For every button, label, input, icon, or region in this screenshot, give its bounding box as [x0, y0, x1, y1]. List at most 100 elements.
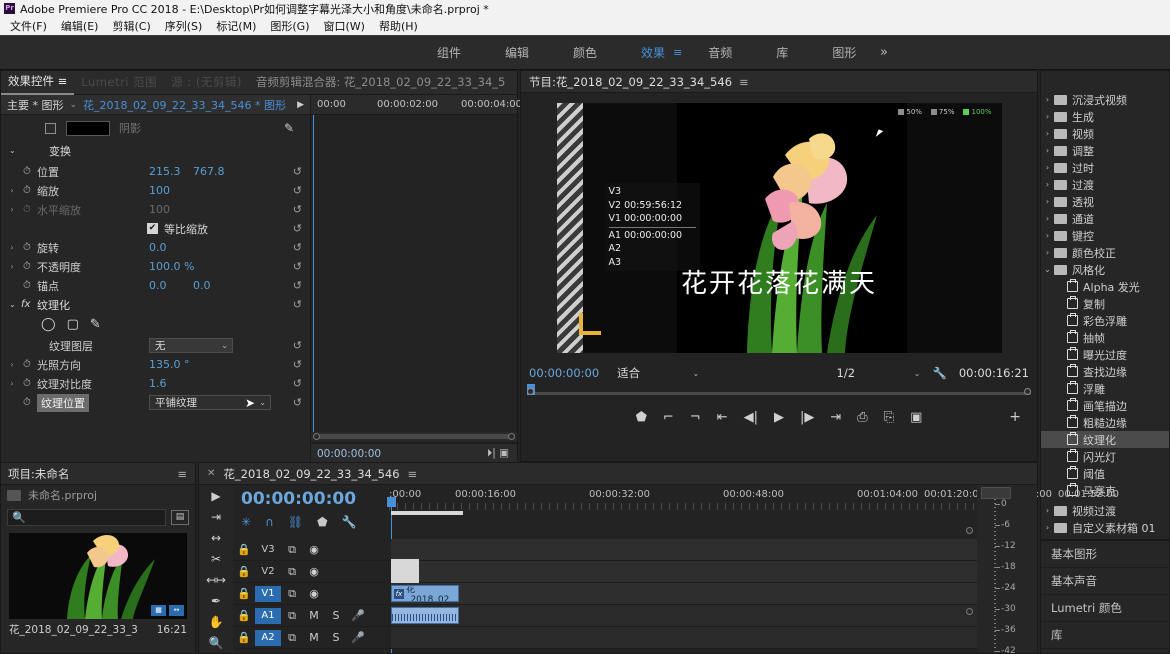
param-row-texture-layer[interactable]: 纹理图层 无 ⌄ ↺ [1, 336, 310, 355]
shadow-checkbox[interactable] [45, 123, 56, 134]
eye-icon[interactable]: ◉ [303, 543, 325, 556]
eyedropper-icon[interactable]: ✎ [284, 121, 294, 135]
effects-tree[interactable]: ›沉浸式视频 ›生成 ›视频 ›调整 ›过时 ›过渡 ›透视 ›通道 ›键控 ›… [1041, 71, 1169, 539]
tab-libraries[interactable]: 库 [1041, 622, 1169, 649]
step-forward-icon[interactable]: |▶ [800, 410, 814, 425]
twirl-right-icon[interactable]: › [1041, 197, 1054, 206]
reset-icon[interactable]: ↺ [293, 203, 302, 216]
ruler-handle-right[interactable] [1024, 388, 1031, 395]
menu-item-file[interactable]: 文件(F) [4, 17, 53, 35]
stopwatch-icon[interactable]: ⏱ [23, 261, 31, 272]
mic-icon[interactable]: 🎤 [347, 609, 369, 622]
twirl-right-icon[interactable]: › [1041, 180, 1054, 189]
scrollbar-thumb[interactable] [317, 434, 511, 439]
marker-icon[interactable]: ⬟ [317, 515, 327, 529]
fx-folder-transition[interactable]: ›过渡 [1041, 176, 1169, 193]
track-name-v1[interactable]: V1 [255, 586, 281, 602]
fx-effect-solarize[interactable]: 曝光过度 [1041, 346, 1169, 363]
track-row-a1[interactable]: 🔒 A1 ⧉ M S 🎤 [233, 605, 977, 627]
param-row-rotation[interactable]: › ⏱ 旋转 0.0 ↺ [1, 238, 310, 257]
workspace-overflow-icon[interactable]: » [880, 45, 888, 60]
export-frame-icon[interactable]: ⬟ [636, 410, 647, 425]
fx-effect-alpha-glow[interactable]: Alpha 发光 [1041, 278, 1169, 295]
fx-folder-adjust[interactable]: ›调整 [1041, 142, 1169, 159]
twirl-down-icon[interactable]: ⌄ [9, 146, 16, 155]
twirl-right-icon[interactable]: › [7, 379, 17, 388]
settings-wrench-icon[interactable]: 🔧 [933, 366, 947, 380]
effect-controls-clip-bar[interactable]: 主要 * 图形 ⌄ 花_2018_02_09_22_33_34_546 * 图形… [1, 95, 310, 115]
pen-tool-icon[interactable]: ✒ [211, 594, 221, 608]
param-row-scale-width[interactable]: › ⏱ 水平缩放 100 ↺ [1, 200, 310, 219]
timeline-graphic-clip[interactable] [391, 559, 419, 583]
mute-button[interactable]: M [303, 631, 325, 644]
tab-lumetri-color[interactable]: Lumetri 颜色 [1041, 595, 1169, 622]
twirl-right-icon[interactable]: › [7, 262, 17, 271]
button-editor-plus[interactable]: + [1009, 409, 1021, 425]
track-lane-a1[interactable] [391, 605, 977, 626]
reset-icon[interactable]: ↺ [293, 279, 302, 292]
fx-effect-brush-strokes[interactable]: 画笔描边 [1041, 397, 1169, 414]
param-value-rotation[interactable]: 0.0 [149, 241, 167, 254]
eye-icon[interactable]: ◉ [303, 565, 325, 578]
track-select-tool-icon[interactable]: ⇥ [211, 510, 221, 524]
mark-out-icon[interactable]: ¬ [690, 410, 701, 425]
param-row-texture-contrast[interactable]: › ⏱ 纹理对比度 1.6 ↺ [1, 374, 310, 393]
param-value-light-direction[interactable]: 135.0 ° [149, 358, 190, 371]
workspace-menu-icon[interactable]: ≡ [673, 46, 682, 59]
fx-folder-generate[interactable]: ›生成 [1041, 108, 1169, 125]
workspace-tab-editing[interactable]: 编辑 [483, 36, 551, 70]
mic-icon[interactable]: 🎤 [347, 631, 369, 644]
program-current-timecode[interactable]: 00:00:00:00 [529, 366, 599, 380]
param-value-anchor-x[interactable]: 0.0 [149, 279, 167, 292]
timeline-zoom-handle-top[interactable] [966, 527, 973, 534]
lock-icon[interactable]: 🔒 [233, 587, 255, 600]
stopwatch-icon[interactable]: ⏱ [23, 359, 31, 370]
fx-folder-keying[interactable]: ›键控 [1041, 227, 1169, 244]
reset-icon[interactable]: ↺ [293, 260, 302, 273]
sync-lock-icon[interactable]: ⧉ [281, 565, 303, 579]
lock-icon[interactable]: 🔒 [233, 631, 255, 644]
effect-controls-timecode[interactable]: 00:00:00:00 [317, 448, 381, 460]
playback-resolution-dropdown[interactable]: 1/2 ⌄ [837, 366, 921, 380]
go-to-out-icon[interactable]: ⇥ [830, 410, 841, 425]
rect-mask-icon[interactable]: ▢ [67, 317, 79, 332]
workspace-tab-graphics[interactable]: 图形 [810, 36, 878, 70]
camera-icon[interactable]: ▣ [910, 410, 922, 425]
reset-icon[interactable]: ↺ [293, 165, 302, 178]
effect-controls-ruler[interactable]: 00:00 00:00:02:00 00:00:04:00 [311, 95, 517, 115]
fit-zoom-dropdown[interactable]: 适合 ⌄ [617, 365, 699, 381]
fx-effect-threshold[interactable]: 阈值 [1041, 465, 1169, 482]
sync-lock-icon[interactable]: ⧉ [281, 543, 303, 557]
menu-item-edit[interactable]: 编辑(E) [55, 17, 105, 35]
timeline-video-clip[interactable]: fx 花_2018_02 [391, 585, 459, 602]
reset-icon[interactable]: ↺ [293, 377, 302, 390]
mark-in-icon[interactable]: ⌐ [663, 410, 674, 425]
fx-effect-replicate[interactable]: 复制 [1041, 295, 1169, 312]
tab-essential-sound[interactable]: 基本声音 [1041, 568, 1169, 595]
linked-selection-icon[interactable]: ⛓ [288, 515, 303, 529]
lift-icon[interactable]: ⎙ [857, 410, 867, 425]
twirl-right-icon[interactable]: › [1041, 95, 1054, 104]
panel-menu-icon[interactable]: ≡ [739, 75, 749, 89]
timeline-zoom-handle-bottom[interactable] [966, 608, 973, 615]
ruler-handle-left[interactable] [527, 388, 534, 395]
step-back-icon[interactable]: ◀| [744, 410, 758, 425]
fx-folder-video-transitions[interactable]: ›视频过渡 [1041, 502, 1169, 519]
slip-tool-icon[interactable]: ↤↦ [206, 573, 226, 587]
twirl-right-icon[interactable]: › [7, 360, 17, 369]
solo-button[interactable]: S [325, 631, 347, 644]
timeline-ruler[interactable]: :00:00 00:00:16:00 00:00:32:00 00:00:48:… [389, 489, 977, 511]
track-lane-v1[interactable]: fx 花_2018_02 [391, 583, 977, 604]
chevron-down-icon[interactable]: ⌄ [70, 100, 78, 110]
param-value-position-y[interactable]: 767.8 [193, 165, 225, 178]
param-row-anchor-point[interactable]: ⏱ 锚点 0.0 0.0 ↺ [1, 276, 310, 295]
zoom-handle-right[interactable] [508, 433, 515, 440]
ellipse-mask-icon[interactable]: ◯ [41, 317, 56, 332]
twirl-right-icon[interactable]: › [1041, 523, 1054, 532]
reset-icon[interactable]: ↺ [293, 241, 302, 254]
keyframe-nav-icons[interactable]: ⏵| ▣ [487, 447, 509, 460]
track-row-a2[interactable]: 🔒 A2 ⧉ M S 🎤 [233, 627, 977, 649]
solo-button[interactable]: S [325, 609, 347, 622]
track-name-v3[interactable]: V3 [255, 542, 281, 558]
fx-effect-emboss[interactable]: 浮雕 [1041, 380, 1169, 397]
